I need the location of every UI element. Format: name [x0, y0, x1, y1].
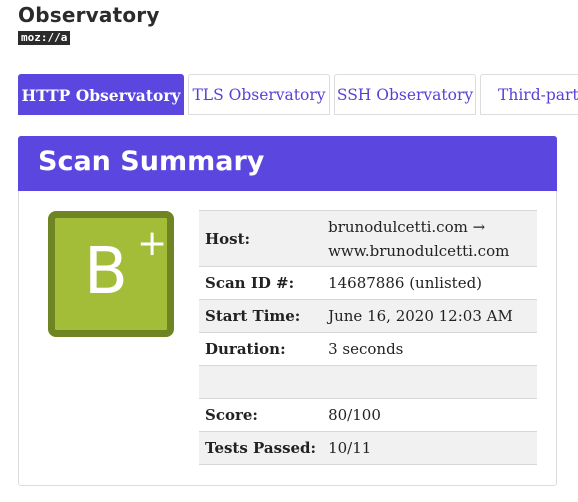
grade-badge: B +	[48, 211, 174, 337]
grade-modifier: +	[137, 223, 168, 264]
table-row-score: Score: 80/100	[199, 398, 537, 432]
duration-value: 3 seconds	[322, 332, 537, 366]
site-title: Observatory	[18, 3, 160, 27]
tests-passed-value: 10/11	[322, 431, 537, 465]
tab-http-observatory[interactable]: HTTP Observatory	[18, 74, 184, 115]
tab-ssh-observatory[interactable]: SSH Observatory	[334, 74, 476, 115]
observatory-tabs: HTTP Observatory TLS Observatory SSH Obs…	[18, 74, 578, 116]
score-label: Score:	[199, 398, 323, 432]
tests-passed-label: Tests Passed:	[199, 431, 323, 465]
start-time-label: Start Time:	[199, 299, 323, 333]
host-value: brunodulcetti.com → www.brunodulcetti.co…	[322, 210, 537, 267]
scan-id-label: Scan ID #:	[199, 266, 323, 300]
table-row-duration: Duration: 3 seconds	[199, 332, 537, 366]
duration-label: Duration:	[199, 332, 323, 366]
table-row-empty	[199, 365, 537, 399]
scan-id-value: 14687886 (unlisted)	[322, 266, 537, 300]
table-row-tests-passed: Tests Passed: 10/11	[199, 431, 537, 465]
grade-letter: B	[84, 235, 128, 309]
scan-summary-panel: Scan Summary B + Host: brunodulcetti.com…	[18, 136, 557, 486]
empty-label	[199, 365, 323, 399]
host-label: Host:	[199, 210, 323, 267]
tab-tls-observatory[interactable]: TLS Observatory	[188, 74, 330, 115]
host-value-line2: www.brunodulcetti.com	[328, 241, 510, 260]
brand: Observatory moz://a	[18, 4, 160, 45]
start-time-value: June 16, 2020 12:03 AM	[322, 299, 537, 333]
table-row-scan-id: Scan ID #: 14687886 (unlisted)	[199, 266, 537, 300]
table-row-host: Host: brunodulcetti.com → www.brunodulce…	[199, 210, 537, 267]
tab-third-party[interactable]: Third-party V	[480, 74, 578, 115]
summary-table: Host: brunodulcetti.com → www.brunodulce…	[199, 210, 537, 465]
panel-title: Scan Summary	[38, 146, 265, 177]
table-row-start-time: Start Time: June 16, 2020 12:03 AM	[199, 299, 537, 333]
host-value-line1: brunodulcetti.com →	[328, 217, 486, 236]
empty-value	[322, 365, 537, 399]
score-value: 80/100	[322, 398, 537, 432]
panel-header: Scan Summary	[18, 136, 557, 191]
mozilla-logo[interactable]: moz://a	[18, 31, 71, 45]
